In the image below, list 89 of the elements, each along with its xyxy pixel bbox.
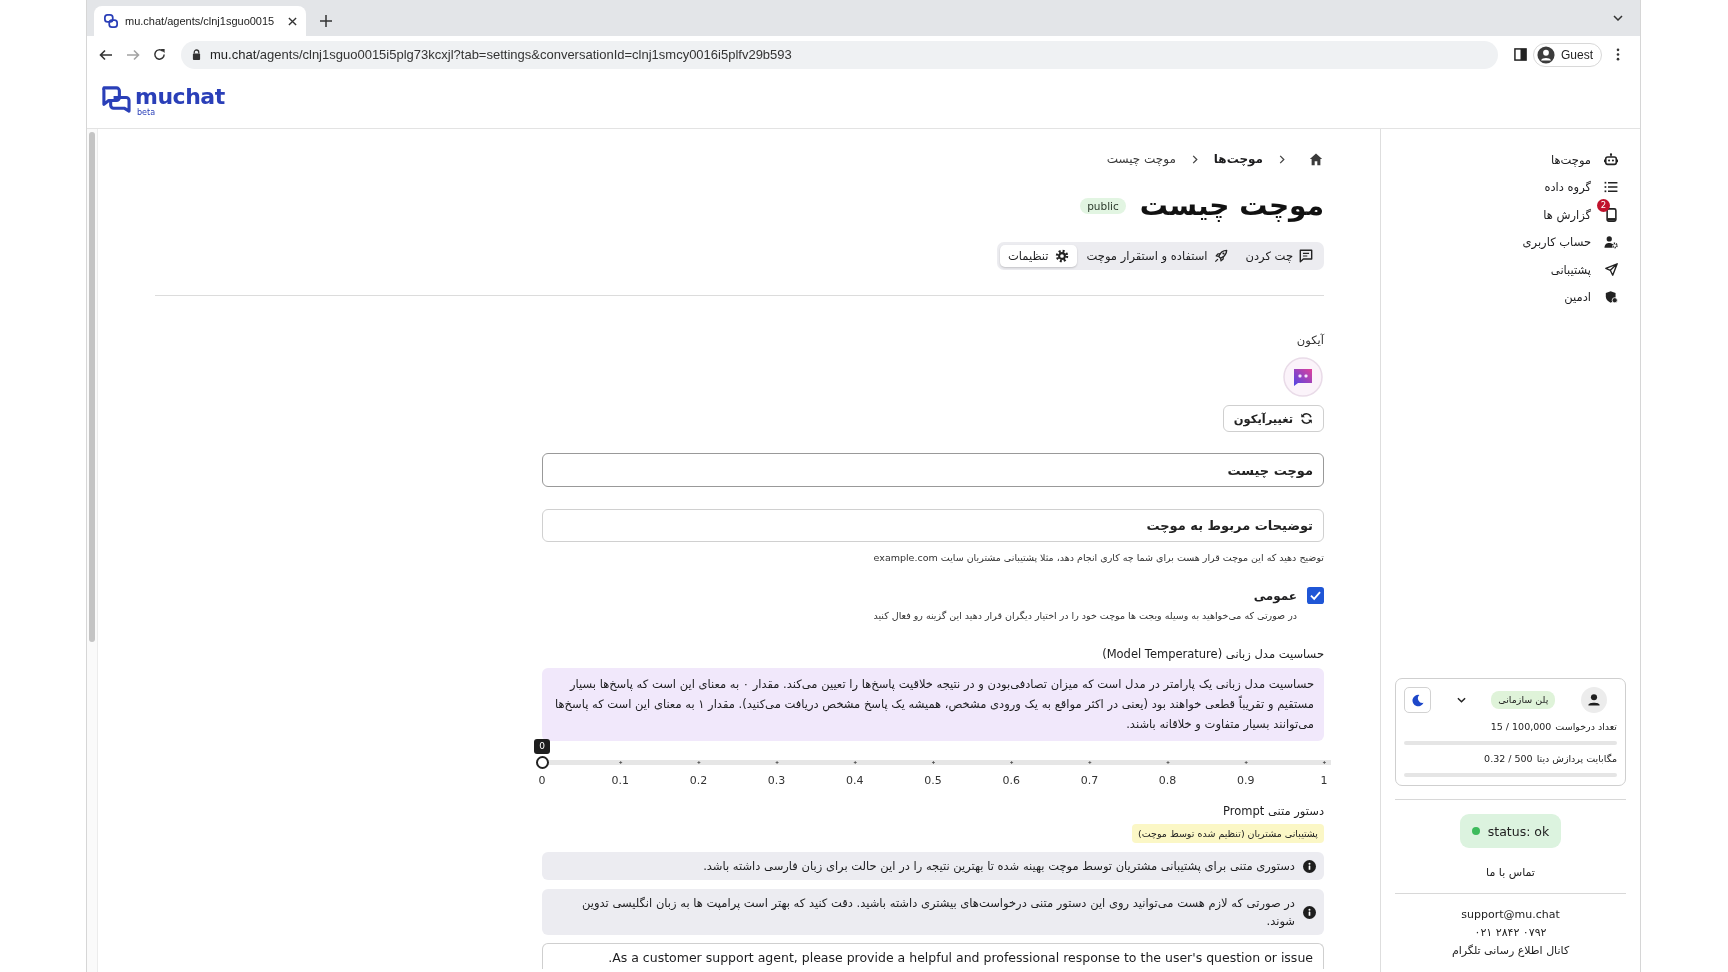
plan-badge: پلن سازمانی [1491, 691, 1556, 709]
reload-icon[interactable] [153, 48, 166, 61]
settings-icon [1054, 249, 1069, 263]
chat-avatar-icon [1283, 357, 1323, 397]
address-bar[interactable]: mu.chat/agents/clnj1sguo0015i5plg73kcxjl?tab=settings&conversationId=clnj1smcy0016i5plfv29b593 [181, 40, 1498, 69]
nav-item[interactable]: گروه داده [1544, 173, 1619, 201]
logo-text: muchat [135, 84, 225, 109]
chevron-icon [1279, 154, 1285, 164]
logo-icon [100, 84, 131, 114]
nav-item[interactable]: موچت‌ها [1550, 146, 1619, 174]
nav-item[interactable]: ادمین [1564, 283, 1619, 311]
chevron-down-icon[interactable] [1613, 15, 1623, 21]
page-title: موچت چیست [1139, 188, 1324, 224]
visibility-badge: public [1080, 198, 1126, 214]
list-icon [1604, 181, 1618, 194]
nav-item[interactable]: پشتیبانی [1550, 256, 1619, 284]
checkbox-label: عمومی [1253, 588, 1297, 603]
more-icon[interactable] [1616, 48, 1620, 61]
home-icon[interactable] [1309, 152, 1323, 166]
tab[interactable]: چت کردن [1237, 245, 1321, 267]
rocket-icon [1213, 249, 1228, 263]
user-icon[interactable] [1581, 687, 1607, 713]
tick-label: 0.2 [689, 774, 708, 788]
tick-label: 0.7 [1080, 774, 1099, 788]
tick-label: 0.1 [611, 774, 629, 788]
back-icon[interactable] [99, 48, 113, 61]
lock-icon [192, 49, 201, 60]
contact-title: تماس با ما [1486, 865, 1535, 880]
usage-label: مگابایت پردازش دیتا [1536, 752, 1617, 765]
breadcrumb-current: موچت چیست [1106, 152, 1176, 166]
tick-label: 0.9 [1237, 774, 1255, 788]
channel-link[interactable]: کانال اطلاع رسانی تلگرام [1451, 943, 1570, 958]
tick-label: 1 [1320, 774, 1328, 788]
robot-icon [1604, 152, 1618, 167]
new-tab-icon[interactable] [320, 15, 332, 27]
section-label: دستور متنی Prompt [1223, 803, 1324, 819]
usage-label: تعداد درخواست [1555, 720, 1617, 733]
change-icon-button[interactable]: تغییرآیکون [1222, 405, 1324, 432]
chat-icon [1299, 249, 1313, 263]
close-icon[interactable] [288, 16, 297, 26]
refresh-icon [1300, 412, 1313, 425]
info-icon [1303, 905, 1316, 919]
tick-label: 0.8 [1158, 774, 1177, 788]
send-icon [1604, 263, 1618, 277]
moon-icon [1411, 693, 1424, 707]
usage-value: 15 / 100,000 [1490, 720, 1552, 733]
field-label: آیکون [1296, 332, 1324, 348]
tick-label: 0.4 [846, 774, 864, 788]
theme-toggle-button[interactable] [1404, 687, 1431, 713]
status-dot-icon [1471, 827, 1480, 835]
field-hint: در صورتی که می‌خواهید به وسیله ویجت ها موچت خود را در اختیار دیگران قرار دهید این گزینه رو فعال کنید [873, 609, 1297, 623]
phone-number: ۰۲۱ ۲۸۴۲ ۰۷۹۲ [1474, 925, 1547, 940]
tick-label: 0.5 [924, 774, 942, 788]
beta-label: beta [137, 108, 156, 117]
description-field[interactable]: توضیحات مربوط به موچت [542, 509, 1324, 542]
note-text: در صورتی که لازم هست می‌توانید روی این دستور متنی درخواست‌های بیشتری داشته باشید. دقت کنید که بهتر است پرامپت ها به زبان انگلیسی تدوین شوند. [581, 895, 1295, 930]
name-field[interactable]: موچت چیست [542, 453, 1324, 487]
side-panel-icon[interactable] [1514, 48, 1527, 61]
section-label: حساسیت مدل زبانی (Model Temperature) [1102, 646, 1324, 662]
info-icon [1303, 859, 1316, 873]
profile-button[interactable]: Guest [1533, 42, 1602, 67]
info-panel: حساسیت مدل زبانی یک پارامتر در مدل است که میزان تصادفی‌بودن و در نتیجه خلاقیت پاسخ‌ها را تعیین می‌کند. مقدار ۰ به معنای این است که پاسخ‌ها بسیار مستقیم و تقریباً قطعی خواهند بود (یعنی در اکثر مواقع به یک ورودی مشخص، همیشه یک پاسخ مشخص دریافت می‌کنید). مقدار ۱ به معنای این است که پاسخ‌ها می‌توانند بسیار متفاوت و خلاقانه باشند. [542, 668, 1324, 741]
email-link[interactable]: support@mu.chat [1461, 907, 1560, 922]
public-checkbox[interactable] [1307, 587, 1324, 604]
notification-badge: 2 [1597, 198, 1610, 212]
tick-label: 0 [538, 774, 546, 788]
logo-icon [104, 14, 118, 28]
breadcrumb-link[interactable]: موچت‌ها [1213, 152, 1263, 166]
browser-tab[interactable]: mu.chat/agents/clnj1sguo0015 [94, 6, 306, 36]
shield-icon [1604, 290, 1618, 305]
tick-label: 0.3 [767, 774, 786, 788]
user-icon [1537, 45, 1555, 64]
scrollbar-thumb[interactable] [89, 132, 95, 642]
usage-value: 0.32 / 500 [1484, 752, 1533, 765]
nav-item[interactable]: حساب کاربری [1522, 228, 1619, 256]
user-settings-icon [1604, 235, 1618, 250]
chevron-icon [1191, 154, 1198, 164]
tab[interactable]: استفاده و استقرار موچت [1078, 245, 1236, 267]
field-hint: توضیح دهید که این موچت قرار هست برای شما چه کاری انجام دهد، مثلا پشتیبانی مشتریان سایت example.com [873, 551, 1324, 565]
prompt-field[interactable]: As a customer support agent, please provide a helpful and professional response to the user's question or issue. [542, 943, 1324, 969]
slider-value-tooltip: 0 [534, 739, 550, 754]
slider-thumb[interactable] [535, 756, 549, 769]
preset-badge: پشتیبانی مشتریان (تنظیم شده توسط موچت) [1131, 824, 1324, 843]
note-text: دستوری متنی برای پشتیبانی مشتریان توسط موچت بهینه شده تا بهترین نتیجه را در این حالت برای زبان فارسی داشته باشد. [703, 858, 1295, 875]
tick-label: 0.6 [1002, 774, 1020, 788]
phone-icon [1605, 207, 1617, 222]
status-text: status: ok [1487, 823, 1550, 839]
tab[interactable]: تنظیمات [999, 245, 1077, 267]
chevron-down-icon[interactable] [1456, 697, 1466, 703]
